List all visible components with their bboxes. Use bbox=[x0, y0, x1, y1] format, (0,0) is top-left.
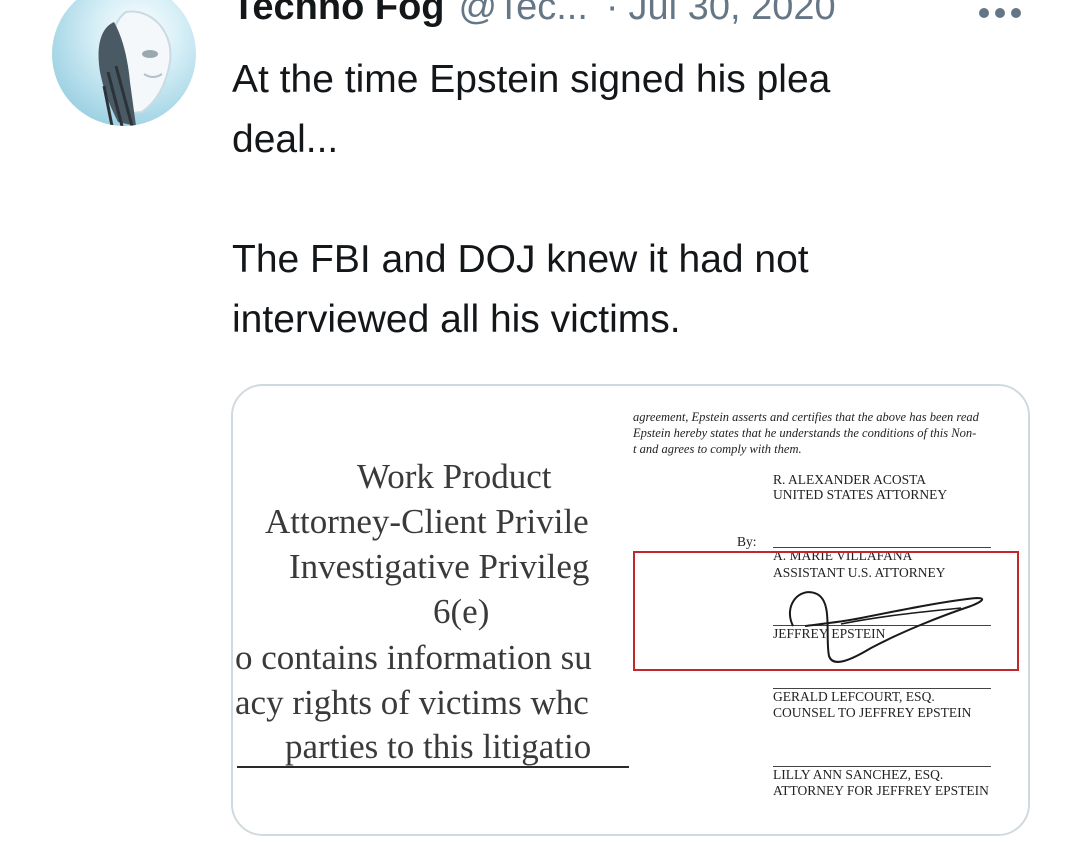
intro-line-3: t and agrees to comply with them. bbox=[633, 442, 802, 456]
more-button[interactable] bbox=[976, 2, 1024, 29]
acosta-title: UNITED STATES ATTORNEY bbox=[773, 487, 948, 502]
tweet-media[interactable]: Work Product Attorney-Client Privile Inv… bbox=[231, 384, 1030, 836]
by-label: By: bbox=[737, 534, 757, 549]
doc-line-7: parties to this litigatio bbox=[285, 727, 592, 766]
intro-line-1: agreement, Epstein asserts and certifies… bbox=[633, 410, 979, 424]
tweet-date[interactable]: Jul 30, 2020 bbox=[629, 0, 836, 29]
avatar[interactable] bbox=[52, 0, 196, 126]
tweet-header: Techno Fog @Tec... · Jul 30, 2020 bbox=[232, 0, 836, 34]
doc-line-1: Work Product bbox=[357, 457, 552, 496]
doc-line-5: o contains information su bbox=[235, 638, 592, 677]
intro-line-2: Epstein hereby states that he understand… bbox=[633, 426, 977, 440]
robot-avatar-image bbox=[98, 10, 172, 126]
lefcourt-title: COUNSEL TO JEFFREY EPSTEIN bbox=[773, 705, 972, 720]
more-horizontal-icon bbox=[979, 8, 1021, 18]
author-name[interactable]: Techno Fog bbox=[232, 0, 445, 29]
doc-line-6: acy rights of victims whc bbox=[235, 683, 589, 722]
lefcourt-name: GERALD LEFCOURT, ESQ. bbox=[773, 689, 935, 704]
sanchez-title: ATTORNEY FOR JEFFREY EPSTEIN bbox=[773, 783, 989, 798]
sanchez-name: LILLY ANN SANCHEZ, ESQ. bbox=[773, 767, 944, 782]
doc-line-2: Attorney-Client Privile bbox=[265, 502, 589, 541]
doc-underline bbox=[237, 766, 629, 768]
doc-line-4: 6(e) bbox=[433, 592, 490, 631]
author-handle[interactable]: @Tec... bbox=[459, 0, 588, 29]
tweet-text: At the time Epstein signed his plea deal… bbox=[232, 58, 831, 341]
acosta-name: R. ALEXANDER ACOSTA bbox=[773, 472, 927, 487]
header-separator: · bbox=[605, 0, 619, 28]
document-work-product-image: Work Product Attorney-Client Privile Inv… bbox=[233, 386, 629, 834]
doc-line-3: Investigative Privileg bbox=[289, 547, 590, 586]
document-signature-page-image: agreement, Epstein asserts and certifies… bbox=[631, 386, 1028, 834]
highlight-box bbox=[633, 551, 1019, 671]
